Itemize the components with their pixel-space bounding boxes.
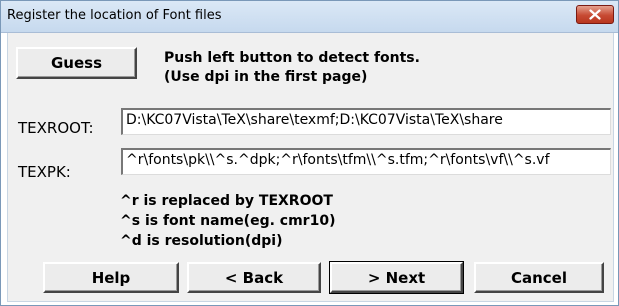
close-icon (589, 9, 601, 20)
texpk-label: TEXPK: (18, 163, 71, 181)
cancel-button[interactable]: Cancel (474, 262, 604, 293)
next-button[interactable]: > Next (329, 261, 464, 294)
guess-hint-line1: Push left button to detect fonts. (164, 50, 420, 66)
texpk-input[interactable]: ^r\fonts\pk\\^s.^dpk;^r\fonts\tfm\\^s.tf… (121, 148, 611, 175)
window-title: Register the location of Font files (7, 8, 222, 23)
register-font-files-dialog: Register the location of Font files Gues… (0, 0, 619, 306)
guess-button[interactable]: Guess (16, 47, 137, 79)
dialog-body: Guess Push left button to detect fonts. … (7, 33, 614, 302)
note-resolution: ^d is resolution(dpi) (120, 233, 283, 249)
texroot-input[interactable]: D:\KC07Vista\TeX\share\texmf;D:\KC07Vist… (121, 108, 611, 135)
title-bar[interactable]: Register the location of Font files (1, 1, 618, 33)
back-button[interactable]: < Back (187, 262, 321, 293)
guess-hint-line2: (Use dpi in the first page) (164, 69, 368, 85)
texroot-label: TEXROOT: (18, 119, 94, 137)
note-font-name: ^s is font name(eg. cmr10) (120, 213, 336, 229)
help-button[interactable]: Help (43, 262, 179, 293)
close-button[interactable] (576, 5, 614, 24)
note-texroot: ^r is replaced by TEXROOT (120, 193, 333, 209)
